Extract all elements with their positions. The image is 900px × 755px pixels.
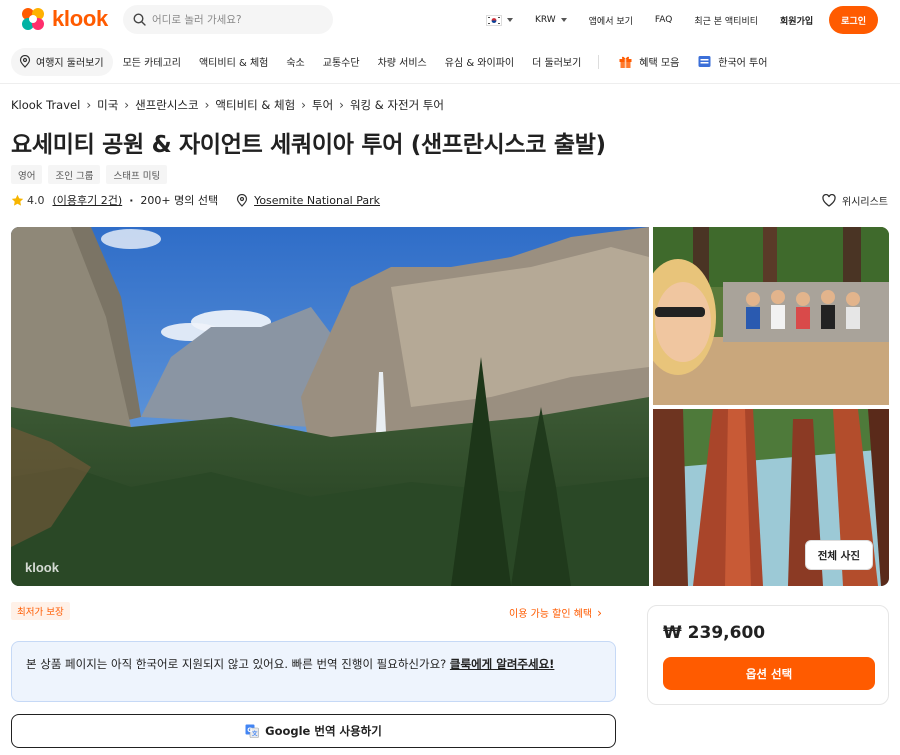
chevron-right-icon: ›: [86, 98, 92, 112]
klook-logo[interactable]: klook: [20, 6, 108, 32]
chevron-down-icon: [560, 18, 567, 22]
nav-hotels[interactable]: 숙소: [277, 48, 313, 76]
svg-text:文: 文: [252, 730, 258, 738]
product-tags: 영어 조인 그룹 스태프 미팅: [11, 165, 168, 184]
recently-viewed-link[interactable]: 최근 본 액티비티: [694, 14, 758, 27]
main-photo-yosemite-valley[interactable]: klook: [11, 227, 649, 586]
breadcrumb-item[interactable]: 미국: [97, 97, 118, 113]
location-link[interactable]: Yosemite National Park: [236, 193, 381, 207]
heart-icon: [822, 194, 836, 207]
location-pin-icon: [19, 55, 31, 68]
brand-name: klook: [52, 6, 108, 31]
chevron-right-icon: ›: [597, 605, 602, 620]
klook-watermark: klook: [25, 560, 60, 575]
nav-item-label: 한국어 투어: [718, 58, 768, 69]
breadcrumb-item[interactable]: 투어: [312, 97, 333, 113]
location-label: Yosemite National Park: [254, 193, 381, 207]
tag-language: 영어: [11, 165, 43, 184]
currency-selector[interactable]: KRW: [535, 15, 567, 25]
header-actions: KRW 앱에서 보기 FAQ 최근 본 액티비티 회원가입 로그인: [485, 6, 878, 34]
lowest-price-badge: 최저가 보장: [11, 602, 70, 620]
nav-all-categories[interactable]: 모든 카테고리: [114, 48, 190, 76]
chevron-right-icon: ›: [301, 98, 306, 112]
korea-flag-icon: [485, 14, 502, 26]
discounts-link[interactable]: 이용 가능 할인 혜택 ›: [509, 605, 602, 621]
wishlist-label: 위시리스트: [842, 197, 888, 208]
chevron-right-icon: ›: [339, 98, 344, 112]
nav-sim-wifi[interactable]: 유심 & 와이파이: [436, 48, 523, 76]
nav-explore-destinations[interactable]: 여행지 둘러보기: [11, 47, 113, 76]
login-button[interactable]: 로그인: [829, 6, 878, 34]
select-options-button[interactable]: 옵션 선택: [663, 657, 875, 690]
nav-more[interactable]: 더 둘러보기: [523, 48, 590, 76]
breadcrumb-item[interactable]: 액티비티 & 체험: [215, 97, 295, 113]
booked-count: 200+ 명의 선택: [140, 194, 219, 207]
search-bar[interactable]: [123, 5, 333, 34]
nav-korean-tour[interactable]: 한국어 투어: [688, 48, 776, 76]
breadcrumb: Klook Travel › 미국 › 샌프란시스코 › 액티비티 & 체험 ›…: [11, 97, 444, 113]
photo-gallery: klook 전체 사진: [11, 227, 889, 586]
google-translate-button[interactable]: G 文 Google 번역 사용하기: [11, 714, 616, 748]
product-meta: 4.0 (이용후기 2건) · 200+ 명의 선택 Yosemite Nati…: [11, 192, 380, 208]
nav-activities[interactable]: 액티비티 & 체험: [190, 48, 277, 76]
location-pin-icon: [236, 193, 248, 207]
tag-group: 조인 그룹: [48, 165, 101, 184]
language-selector[interactable]: [485, 14, 513, 26]
translate-label: Google 번역 사용하기: [265, 724, 382, 738]
top-header: klook KRW 앱에서 보: [0, 0, 900, 40]
korean-tour-icon: [698, 56, 711, 67]
nav-item-label: 혜택 모음: [639, 58, 680, 69]
klook-logo-icon: [20, 6, 46, 32]
nav-car-service[interactable]: 차량 서비스: [369, 48, 436, 76]
translation-notice: 본 상품 페이지는 아직 한국어로 지원되지 않고 있어요. 빠른 번역 진행이…: [11, 641, 616, 702]
breadcrumb-item[interactable]: Klook Travel: [11, 98, 80, 112]
reviews-link[interactable]: (이용후기 2건): [53, 192, 123, 208]
price-card: ₩ 239,600 옵션 선택: [647, 605, 889, 705]
google-translate-icon: G 文: [245, 724, 259, 738]
chevron-right-icon: ›: [204, 98, 210, 112]
notice-text: 본 상품 페이지는 아직 한국어로 지원되지 않고 있어요. 빠른 번역 진행이…: [26, 657, 450, 671]
chevron-down-icon: [506, 18, 513, 22]
app-link[interactable]: 앱에서 보기: [589, 14, 633, 27]
search-input[interactable]: [152, 13, 322, 26]
nav-item-label: 여행지 둘러보기: [36, 58, 104, 69]
nav-transport[interactable]: 교통수단: [314, 48, 369, 76]
discounts-label: 이용 가능 할인 혜택: [509, 609, 593, 620]
star-icon: [11, 194, 24, 206]
nav-benefits[interactable]: 혜택 모음: [609, 48, 688, 76]
notify-klook-link[interactable]: 클룩에게 알려주세요!: [450, 657, 554, 671]
faq-link[interactable]: FAQ: [655, 15, 672, 25]
chevron-right-icon: ›: [124, 98, 130, 112]
nav-divider: [598, 54, 600, 69]
category-nav: 여행지 둘러보기 모든 카테고리 액티비티 & 체험 숙소 교통수단 차량 서비…: [0, 40, 900, 84]
photo-giant-sequoias[interactable]: 전체 사진: [653, 409, 889, 586]
signup-link[interactable]: 회원가입: [780, 14, 813, 27]
gift-icon: [619, 56, 632, 68]
currency-label: KRW: [534, 15, 556, 25]
rating-value: 4.0: [27, 193, 45, 207]
search-icon: [133, 13, 146, 26]
view-all-photos-button[interactable]: 전체 사진: [804, 540, 873, 570]
tag-meeting: 스태프 미팅: [106, 165, 168, 184]
breadcrumb-item[interactable]: 워킹 & 자전거 투어: [350, 97, 444, 113]
photo-tour-group[interactable]: [653, 227, 889, 405]
breadcrumb-item[interactable]: 샌프란시스코: [135, 97, 198, 113]
separator-dot: ·: [129, 193, 134, 207]
page-title: 요세미티 공원 & 자이언트 세쿼이아 투어 (샌프란시스코 출발): [11, 132, 606, 158]
wishlist-button[interactable]: 위시리스트: [822, 193, 888, 208]
price-value: ₩ 239,600: [663, 623, 766, 643]
